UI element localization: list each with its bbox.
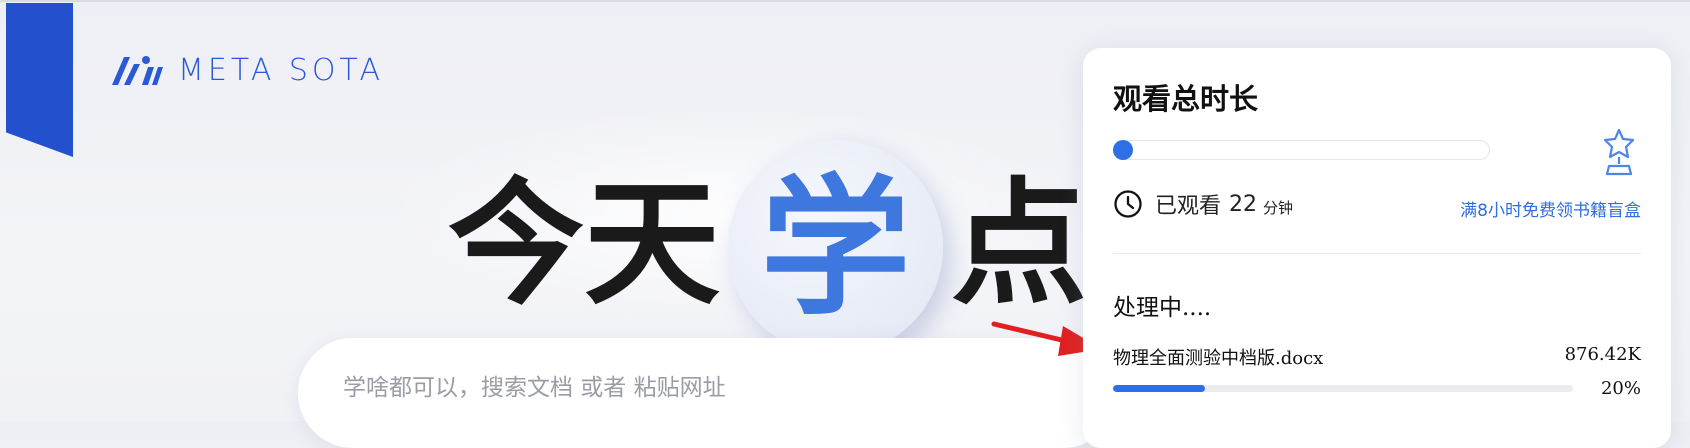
watch-progress-indicator: [1113, 140, 1133, 160]
watched-unit: 分钟: [1263, 198, 1294, 217]
trophy-icon[interactable]: [1601, 128, 1637, 176]
watch-time-panel: 观看总时长 已观看 22 分钟 满8小时免费领书籍盲盒 处理中.... 物理全面…: [1083, 48, 1671, 448]
watched-value: 22: [1229, 191, 1258, 217]
watched-time: 已观看 22 分钟: [1113, 188, 1293, 220]
hero-char-2: 天: [584, 163, 720, 324]
logo[interactable]: META SOTA: [110, 52, 384, 88]
file-progress-bar: [1113, 385, 1573, 392]
file-size: 876.42K: [1564, 344, 1641, 365]
search-input-placeholder[interactable]: 学啥都可以，搜索文档 或者 粘贴网址: [343, 368, 726, 402]
clock-icon: [1114, 190, 1142, 218]
logo-mark-icon: [112, 56, 163, 85]
file-name: 物理全面测验中档版.docx: [1113, 348, 1324, 369]
panel-divider: [1113, 253, 1641, 254]
watch-progress-bar: [1113, 140, 1490, 160]
panel-title: 观看总时长: [1113, 82, 1259, 116]
top-border: [0, 0, 1690, 2]
logo-text: META SOTA: [178, 52, 385, 88]
file-progress-percent: 20%: [1600, 378, 1641, 399]
reward-link[interactable]: 满8小时免费领书籍盲盒: [1460, 196, 1641, 221]
watched-label: 已观看: [1155, 194, 1222, 219]
brand-ribbon: [6, 3, 73, 157]
hero-char-1: 今: [448, 163, 584, 324]
hero-highlight-char: 学: [760, 159, 911, 336]
processing-label: 处理中....: [1113, 295, 1212, 321]
hero-char-4: 点: [951, 163, 1087, 324]
hero-highlight-circle: 学: [728, 140, 943, 355]
file-progress-fill: [1113, 385, 1205, 392]
